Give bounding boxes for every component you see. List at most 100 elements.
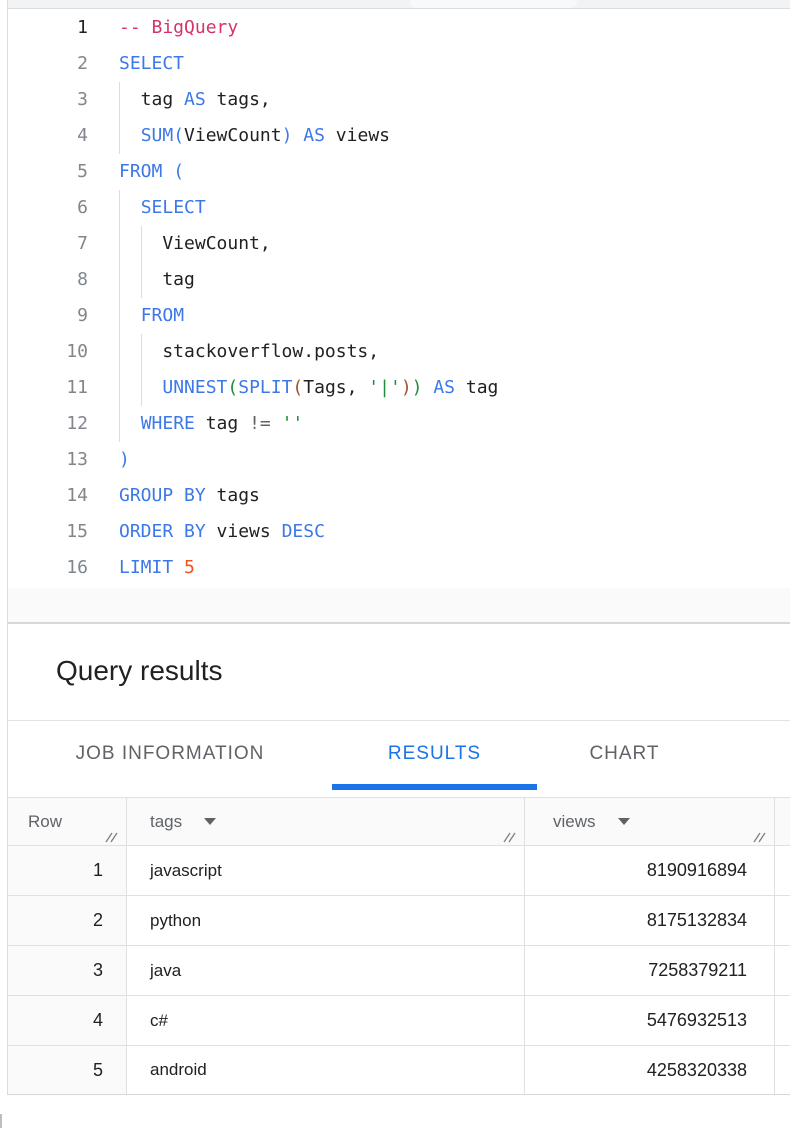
code-token-kw: WHERE xyxy=(141,413,195,434)
code-token-kw: FROM xyxy=(119,161,162,182)
tab-results[interactable]: RESULTS xyxy=(332,722,537,786)
code-token-num: 5 xyxy=(184,557,195,578)
scrollbar-sliver xyxy=(0,1114,2,1128)
tags-cell: java xyxy=(127,946,525,995)
code-token-id: ViewCount xyxy=(184,125,282,146)
code-line: ORDER BY views DESC xyxy=(119,514,325,550)
code-line: SUM(ViewCount) AS views xyxy=(119,118,390,154)
code-token-comment: -- BigQuery xyxy=(119,17,238,38)
code-line: tag AS tags, xyxy=(119,82,271,118)
code-token-p3: ) xyxy=(401,377,412,398)
code-token-id xyxy=(119,377,162,398)
tags-cell: javascript xyxy=(127,846,525,895)
code-token-id xyxy=(173,557,184,578)
code-token-kw: LIMIT xyxy=(119,557,173,578)
code-token-id: views xyxy=(206,521,282,542)
line-number: 16 xyxy=(8,550,88,586)
code-token-id: Tags, xyxy=(303,377,368,398)
tab-json[interactable]: JSON xyxy=(712,722,790,786)
code-token-id: tag xyxy=(119,269,195,290)
code-token-kw: UNNEST xyxy=(162,377,227,398)
code-token-p1: ( xyxy=(173,161,184,182)
code-line: tag xyxy=(119,262,195,298)
line-number: 4 xyxy=(8,118,88,154)
code-token-kw: SPLIT xyxy=(238,377,292,398)
views-cell: 8190916894 xyxy=(525,846,775,895)
column-resize-handle-icon[interactable] xyxy=(753,828,767,841)
code-token-kw: AS xyxy=(184,89,206,110)
code-token-str: '' xyxy=(282,413,304,434)
code-token-id: ViewCount, xyxy=(119,233,271,254)
tags-cell: android xyxy=(127,1046,525,1094)
below-table-area xyxy=(8,1095,790,1128)
sort-caret-icon[interactable] xyxy=(618,818,630,825)
line-number: 9 xyxy=(8,298,88,334)
results-table: Row tags views 1javascript81909168942python… xyxy=(8,797,790,1096)
code-token-kw: SELECT xyxy=(119,53,184,74)
code-token-id xyxy=(271,413,282,434)
code-line: FROM xyxy=(119,298,184,334)
line-number: 3 xyxy=(8,82,88,118)
sql-editor-panel: 12345678910111213141516 -- BigQuerySELEC… xyxy=(8,0,790,622)
sort-caret-icon[interactable] xyxy=(204,818,216,825)
tags-cell: c# xyxy=(127,996,525,1045)
table-row: 2python8175132834 xyxy=(8,896,790,946)
tab-job-information[interactable]: JOB INFORMATION xyxy=(8,722,332,786)
code-line: UNNEST(SPLIT(Tags, '|')) AS tag xyxy=(119,370,498,406)
code-token-kw: AS xyxy=(303,125,325,146)
editor-overflow-strip xyxy=(8,588,790,622)
code-line: LIMIT 5 xyxy=(119,550,195,586)
code-line: WHERE tag != '' xyxy=(119,406,303,442)
views-cell: 4258320338 xyxy=(525,1046,775,1094)
column-header-views[interactable]: views xyxy=(525,798,775,845)
code-token-kw: FROM xyxy=(141,305,184,326)
code-token-id: tag xyxy=(119,89,184,110)
code-token-id xyxy=(423,377,434,398)
sql-editor[interactable]: 12345678910111213141516 -- BigQuerySELEC… xyxy=(8,9,790,588)
code-line: FROM ( xyxy=(119,154,184,190)
line-number: 5 xyxy=(8,154,88,190)
code-token-kw: DESC xyxy=(282,521,325,542)
tab-chart[interactable]: CHART xyxy=(537,722,712,786)
code-token-id: tags xyxy=(206,485,260,506)
line-number: 12 xyxy=(8,406,88,442)
views-cell: 8175132834 xyxy=(525,896,775,945)
line-number: 2 xyxy=(8,46,88,82)
code-token-id xyxy=(119,125,141,146)
code-token-kw: SUM xyxy=(141,125,174,146)
line-number: 15 xyxy=(8,514,88,550)
table-row: 1javascript8190916894 xyxy=(8,846,790,896)
tab-list: JOB INFORMATIONRESULTSCHARTJSON xyxy=(8,722,790,786)
column-resize-handle-icon[interactable] xyxy=(503,828,517,841)
code-token-id: views xyxy=(325,125,390,146)
row-number-cell: 4 xyxy=(8,996,127,1045)
line-number: 13 xyxy=(8,442,88,478)
column-header-row[interactable]: Row xyxy=(8,798,127,845)
column-header-label: views xyxy=(553,812,596,832)
code-line: ViewCount, xyxy=(119,226,271,262)
code-token-p1: ) xyxy=(282,125,293,146)
code-token-id xyxy=(119,305,141,326)
row-number-cell: 1 xyxy=(8,846,127,895)
code-line: -- BigQuery xyxy=(119,10,238,46)
code-token-id xyxy=(119,197,141,218)
table-header-row: Row tags views xyxy=(8,798,790,846)
views-cell: 5476932513 xyxy=(525,996,775,1045)
column-header-tags[interactable]: tags xyxy=(127,798,525,845)
column-header-label: tags xyxy=(150,812,182,832)
editor-tab-strip xyxy=(8,0,790,9)
code-token-id: stackoverflow.posts, xyxy=(119,341,379,362)
code-line: SELECT xyxy=(119,46,184,82)
line-number: 11 xyxy=(8,370,88,406)
table-row: 5android4258320338 xyxy=(8,1046,790,1096)
code-token-kw: ORDER BY xyxy=(119,521,206,542)
code-token-id xyxy=(162,161,173,182)
column-resize-handle-icon[interactable] xyxy=(105,828,119,841)
code-token-p1: ) xyxy=(119,449,130,470)
table-row: 4c#5476932513 xyxy=(8,996,790,1046)
table-row: 3java7258379211 xyxy=(8,946,790,996)
partial-cell xyxy=(775,1046,790,1094)
partial-cell xyxy=(775,896,790,945)
code-token-p2: ( xyxy=(227,377,238,398)
line-number: 8 xyxy=(8,262,88,298)
